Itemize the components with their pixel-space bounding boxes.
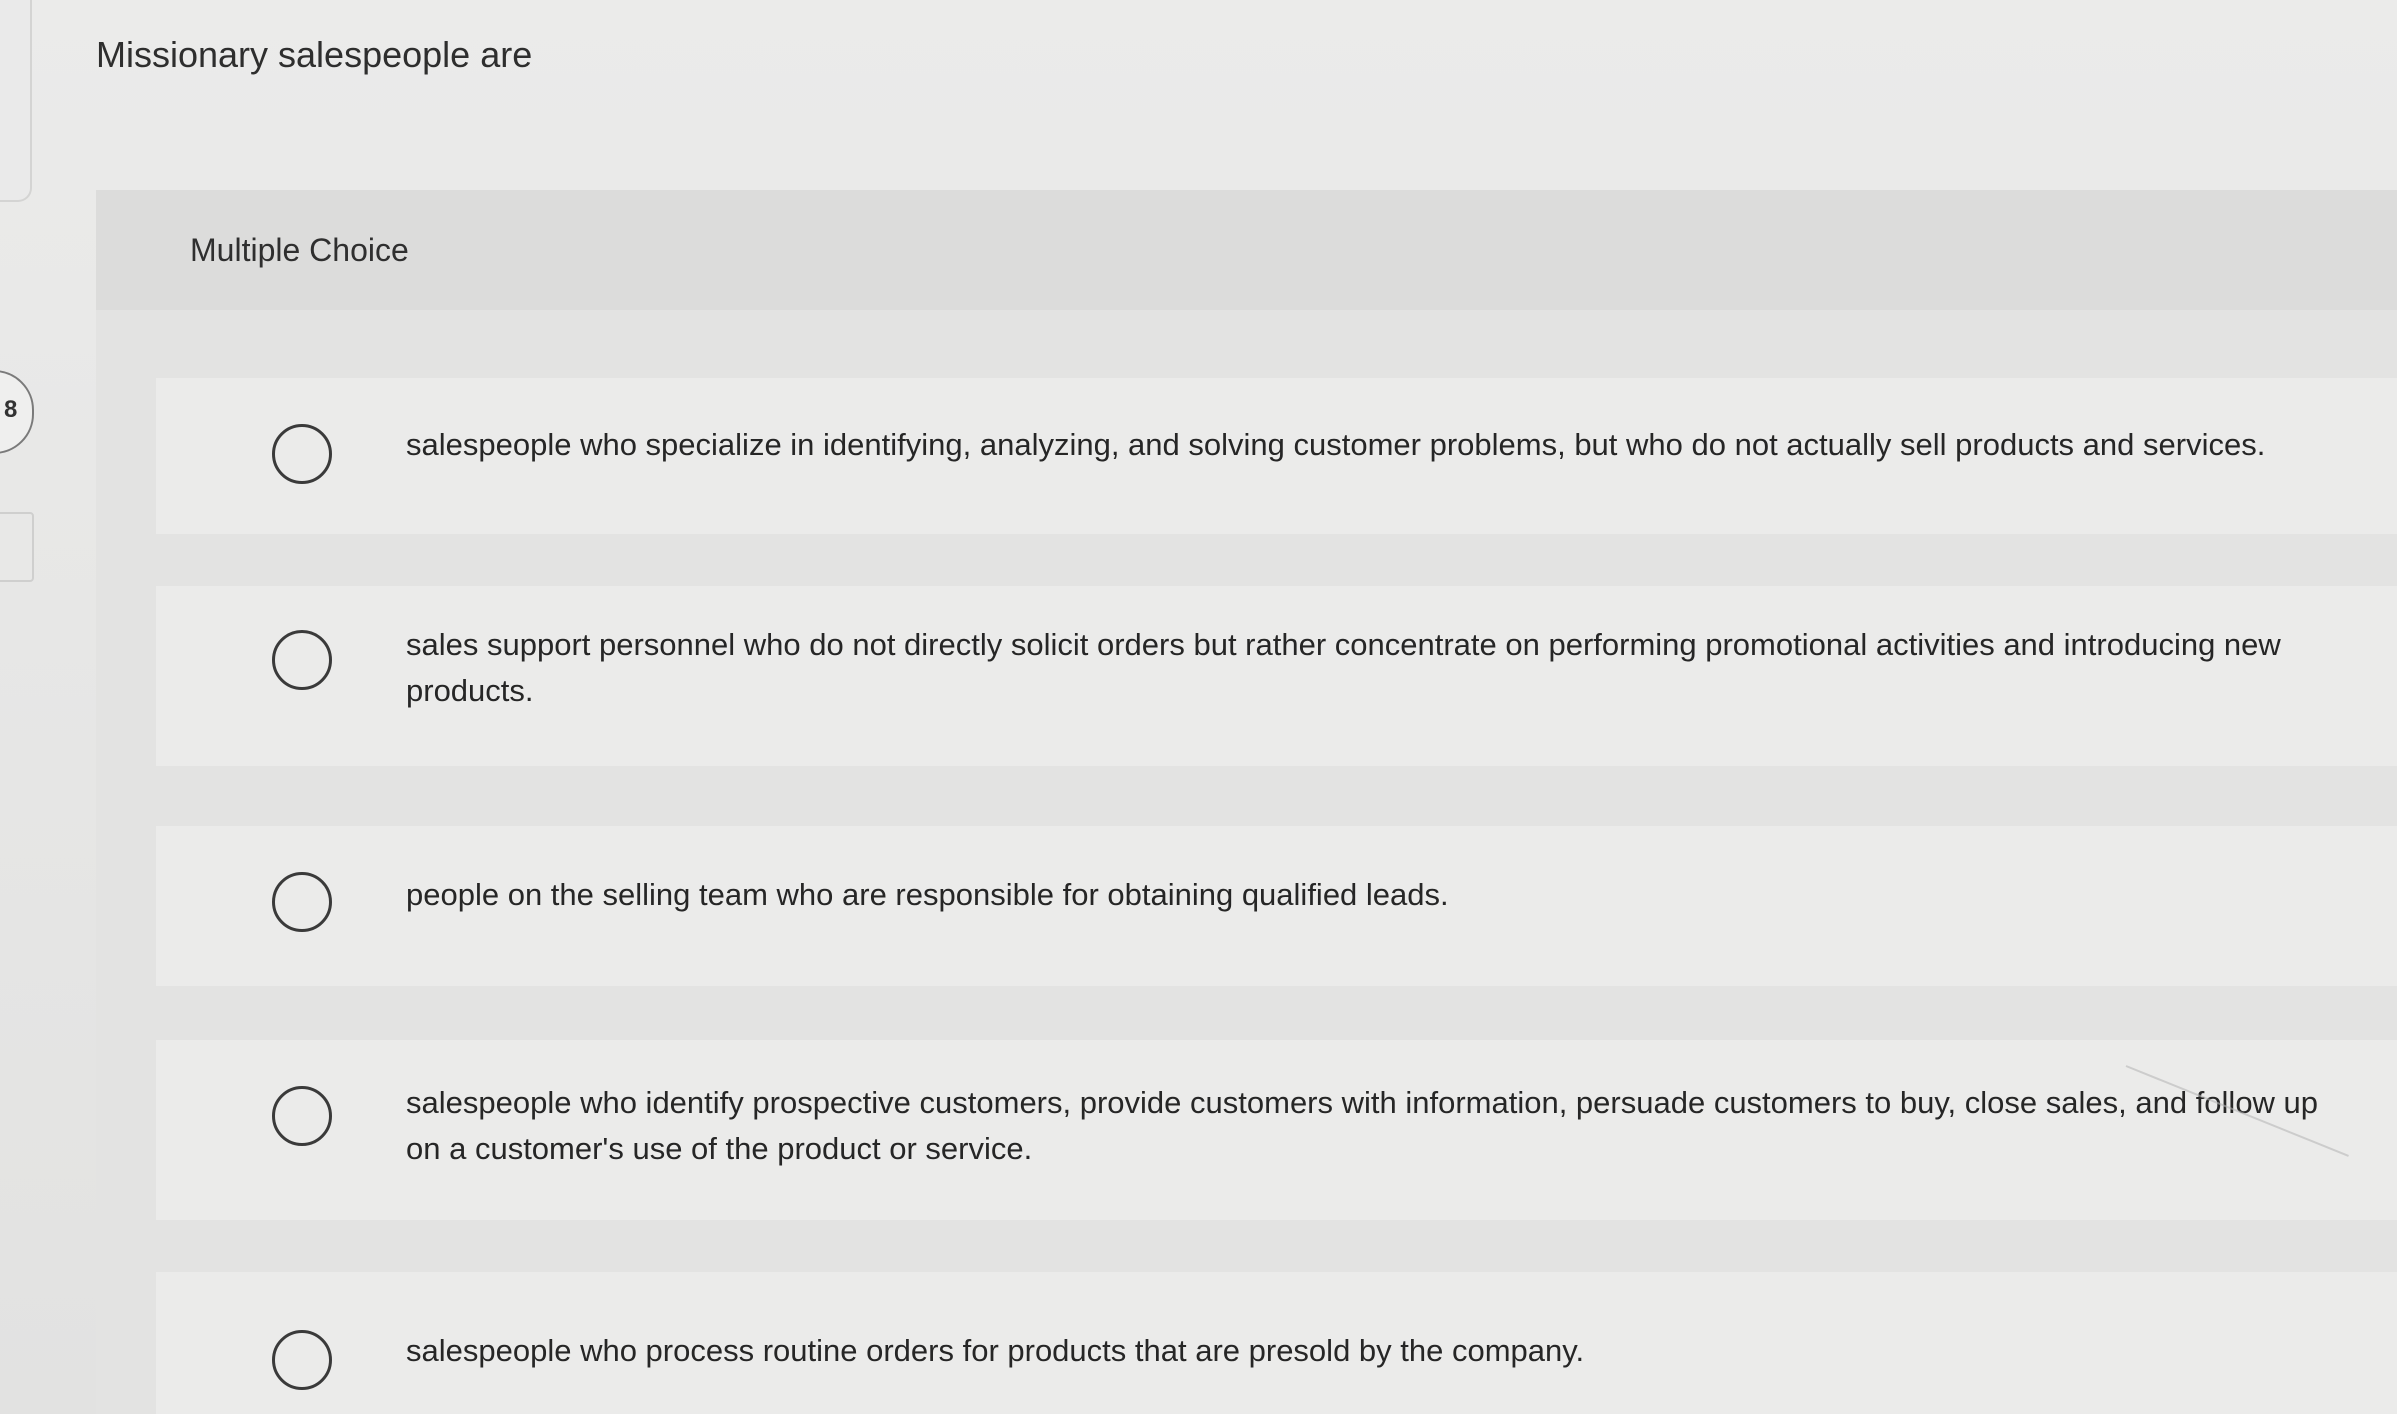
choice-option[interactable]: salespeople who specialize in identifyin… xyxy=(156,378,2397,534)
choice-text: salespeople who specialize in identifyin… xyxy=(406,427,2266,462)
choice-text: sales support personnel who do not direc… xyxy=(406,627,2281,708)
question-prompt: Missionary salespeople are xyxy=(96,34,533,75)
radio-button-icon[interactable] xyxy=(272,424,332,484)
radio-button-icon[interactable] xyxy=(272,1086,332,1146)
choice-text: people on the selling team who are respo… xyxy=(406,877,1449,912)
question-type-label: Multiple Choice xyxy=(190,232,409,268)
choice-option[interactable]: salespeople who identify prospective cus… xyxy=(156,1040,2397,1220)
left-nav-box[interactable] xyxy=(0,512,34,582)
choice-text: salespeople who process routine orders f… xyxy=(406,1333,1585,1368)
quiz-page: 8 Missionary salespeople are Multiple Ch… xyxy=(0,0,2397,1414)
panel-header: Multiple Choice xyxy=(96,190,2397,310)
multiple-choice-panel: Multiple Choice salespeople who speciali… xyxy=(96,190,2397,1414)
choice-option[interactable]: sales support personnel who do not direc… xyxy=(156,586,2397,766)
radio-button-icon[interactable] xyxy=(272,1330,332,1390)
radio-button-icon[interactable] xyxy=(272,872,332,932)
choice-option[interactable]: people on the selling team who are respo… xyxy=(156,826,2397,986)
left-nav-edge xyxy=(0,0,32,202)
question-number: 8 xyxy=(4,396,18,423)
choice-option[interactable]: salespeople who process routine orders f… xyxy=(156,1272,2397,1414)
radio-button-icon[interactable] xyxy=(272,630,332,690)
choice-text: salespeople who identify prospective cus… xyxy=(406,1085,2319,1166)
question-number-tab[interactable]: 8 xyxy=(0,370,34,454)
